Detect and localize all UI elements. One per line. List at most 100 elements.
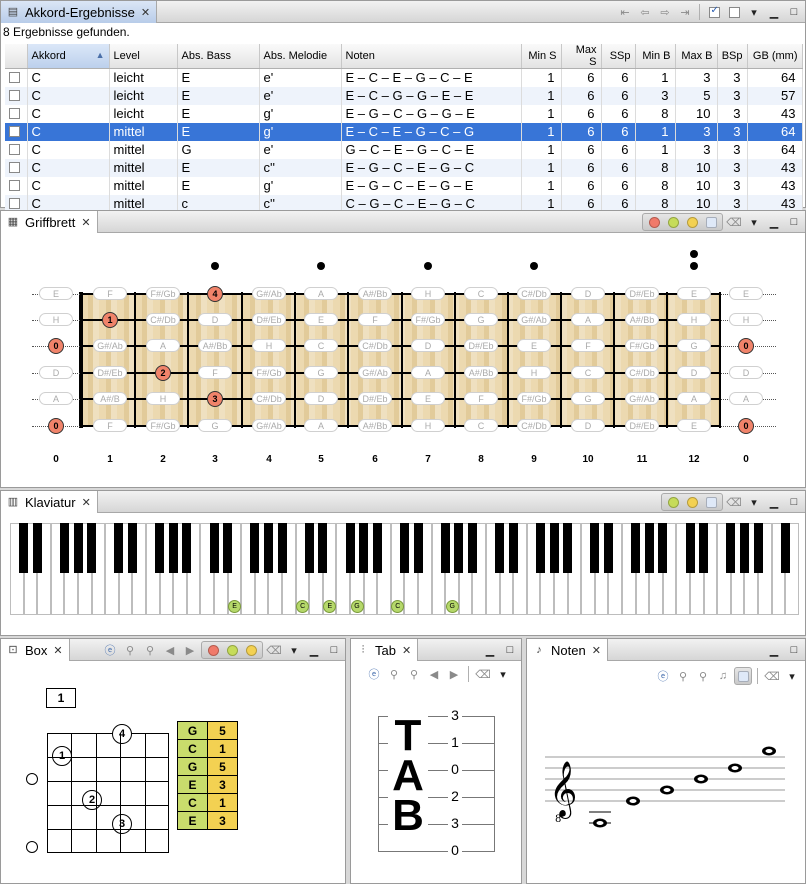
red-marker-icon[interactable]	[204, 641, 222, 659]
black-key[interactable]	[549, 523, 559, 573]
note-label[interactable]: A	[677, 392, 711, 405]
green-marker-icon[interactable]	[664, 213, 682, 231]
note-label[interactable]: F	[93, 419, 127, 432]
black-key[interactable]	[182, 523, 192, 573]
black-key[interactable]	[603, 523, 613, 573]
black-key[interactable]	[277, 523, 287, 573]
row-checkbox[interactable]	[5, 104, 28, 123]
previous-icon[interactable]: ◀	[425, 665, 443, 683]
notes-icon[interactable]: ♫	[714, 667, 732, 685]
unlink-icon[interactable]: ⚲	[694, 667, 712, 685]
black-key[interactable]	[114, 523, 124, 573]
black-key[interactable]	[345, 523, 355, 573]
export-icon[interactable]: ⓔ	[101, 641, 119, 659]
checkbox-icon[interactable]	[9, 162, 20, 173]
close-icon[interactable]: ✕	[81, 216, 90, 229]
row-checkbox[interactable]	[5, 68, 28, 87]
minimize-icon[interactable]: ▁	[481, 641, 499, 659]
check-all-icon[interactable]: ✓	[705, 3, 723, 21]
fretboard-finger[interactable]: 0	[738, 338, 754, 354]
checkbox-icon[interactable]	[9, 126, 20, 137]
black-key[interactable]	[495, 523, 505, 573]
black-key[interactable]	[631, 523, 641, 573]
note-label[interactable]: F#/Gb	[146, 287, 180, 300]
black-key[interactable]	[753, 523, 763, 573]
note-label[interactable]: G#/Ab	[625, 392, 659, 405]
note-label[interactable]: H	[729, 313, 763, 326]
row-checkbox[interactable]	[5, 122, 28, 141]
table-row[interactable]: Cleicht Eg' E – G – C – G – G – E 1 6 6 8 10 3 43	[5, 104, 803, 123]
note-label[interactable]: A	[571, 313, 605, 326]
note-label[interactable]: C	[464, 419, 498, 432]
col-gb[interactable]: GB (mm)	[747, 44, 803, 69]
black-key[interactable]	[399, 523, 409, 573]
tab-akkord-ergebnisse[interactable]: ▤ Akkord-Ergebnisse ✕	[1, 1, 158, 23]
fretboard-finger[interactable]: 0	[48, 418, 64, 434]
note-label[interactable]: C#/Db	[252, 392, 286, 405]
minimize-icon[interactable]: ▁	[765, 3, 783, 21]
eraser-icon[interactable]: ⌫	[474, 665, 492, 683]
black-key[interactable]	[155, 523, 165, 573]
note-label[interactable]: E	[304, 313, 338, 326]
note-label[interactable]: G	[198, 419, 232, 432]
note-label[interactable]: A	[411, 366, 445, 379]
eraser-icon[interactable]: ⌫	[725, 493, 743, 511]
eraser-icon[interactable]: ⌫	[725, 213, 743, 231]
fretboard-finger[interactable]: 0	[738, 418, 754, 434]
last-result-icon[interactable]: ⇥	[676, 3, 694, 21]
note-label[interactable]: D	[411, 339, 445, 352]
black-key[interactable]	[59, 523, 69, 573]
note-label[interactable]: G	[304, 366, 338, 379]
note-label[interactable]: A#/Bb	[625, 313, 659, 326]
minimize-icon[interactable]: ▁	[765, 213, 783, 231]
yellow-marker-icon[interactable]	[683, 493, 701, 511]
table-row[interactable]: Cmittel Eg' E – G – C – E – G – E 1 6 6 8 10 3 43	[5, 176, 803, 195]
unlink-icon[interactable]: ⚲	[405, 665, 423, 683]
black-key[interactable]	[168, 523, 178, 573]
col-min-s[interactable]: Min S	[521, 44, 562, 69]
view-menu-icon[interactable]: ▾	[745, 213, 763, 231]
blank-marker-icon[interactable]	[702, 493, 720, 511]
first-result-icon[interactable]: ⇤	[616, 3, 634, 21]
note-label[interactable]: D	[39, 366, 73, 379]
note-label[interactable]: H	[411, 419, 445, 432]
black-key[interactable]	[563, 523, 573, 573]
note-label[interactable]: C#/Db	[517, 287, 551, 300]
note-label[interactable]: A#/B	[93, 392, 127, 405]
black-key[interactable]	[780, 523, 790, 573]
note-label[interactable]: D	[304, 392, 338, 405]
note-label[interactable]: E	[677, 287, 711, 300]
black-key[interactable]	[699, 523, 709, 573]
tab-noten[interactable]: ♪ Noten ✕	[527, 639, 608, 661]
tab-box[interactable]: ⊡ Box ✕	[1, 639, 70, 661]
minimize-icon[interactable]: ▁	[765, 641, 783, 659]
red-marker-icon[interactable]	[645, 213, 663, 231]
black-key[interactable]	[644, 523, 654, 573]
note-label[interactable]: G	[677, 339, 711, 352]
col-noten[interactable]: Noten	[341, 44, 522, 69]
note-label[interactable]: D	[571, 419, 605, 432]
note-label[interactable]: C#/Db	[517, 419, 551, 432]
maximize-icon[interactable]: □	[501, 641, 519, 659]
black-key[interactable]	[658, 523, 668, 573]
note-label[interactable]: A#/Bb	[464, 366, 498, 379]
yellow-marker-icon[interactable]	[683, 213, 701, 231]
note-label[interactable]: F	[464, 392, 498, 405]
fretboard-finger[interactable]: 0	[48, 338, 64, 354]
table-row[interactable]: Cmittel Eg' E – C – E – G – C – G 1 6 6 1 3 3 64	[5, 122, 803, 141]
black-key[interactable]	[726, 523, 736, 573]
previous-icon[interactable]: ◀	[161, 641, 179, 659]
checkbox-icon[interactable]	[9, 198, 20, 209]
uncheck-all-icon[interactable]	[725, 3, 743, 21]
note-label[interactable]: C	[571, 366, 605, 379]
note-label[interactable]: E	[39, 287, 73, 300]
black-key[interactable]	[73, 523, 83, 573]
note-label[interactable]: H	[517, 366, 551, 379]
close-icon[interactable]: ✕	[82, 496, 91, 509]
black-key[interactable]	[359, 523, 369, 573]
link-icon[interactable]: ⚲	[121, 641, 139, 659]
view-menu-icon[interactable]: ▾	[783, 667, 801, 685]
col-bsp[interactable]: BSp	[717, 44, 748, 69]
black-key[interactable]	[440, 523, 450, 573]
black-key[interactable]	[19, 523, 29, 573]
